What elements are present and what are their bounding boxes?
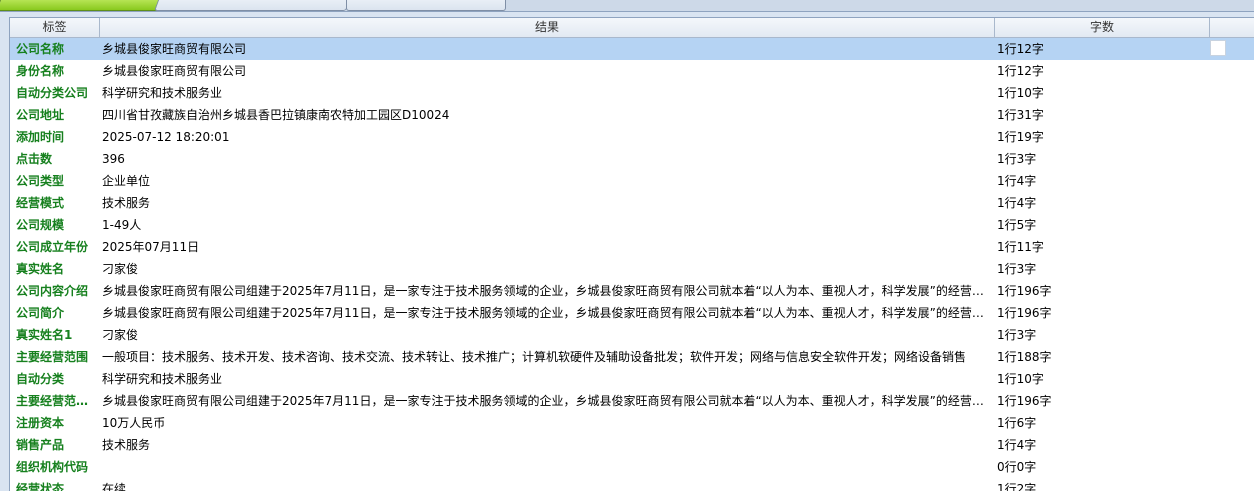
row-result[interactable]: 乡城县俊家旺商贸有限公司	[100, 38, 995, 60]
column-header-extra	[1210, 18, 1254, 37]
row-select-box[interactable]	[1210, 40, 1226, 56]
row-tag: 公司规模	[16, 218, 65, 232]
row-count: 1行11字	[997, 240, 1044, 254]
row-tag: 公司类型	[16, 174, 65, 188]
row-tag: 经营模式	[16, 196, 65, 210]
column-header-tag[interactable]: 标签	[10, 18, 100, 37]
row-tag: 公司名称	[16, 42, 65, 56]
table-row[interactable]: 经营模式 技术服务 1行4字	[10, 192, 1254, 214]
table-row[interactable]: 公司名称 乡城县俊家旺商贸有限公司 1行12字	[10, 38, 1254, 60]
row-result[interactable]: 技术服务	[100, 192, 995, 214]
table-row[interactable]: 身份名称 乡城县俊家旺商贸有限公司 1行12字	[10, 60, 1254, 82]
row-count: 1行5字	[997, 218, 1037, 232]
row-result[interactable]: 2025年07月11日	[100, 236, 995, 258]
row-count: 1行196字	[997, 394, 1052, 408]
row-tag: 真实姓名1	[16, 328, 73, 342]
row-count: 1行12字	[997, 42, 1044, 56]
tab-third[interactable]	[346, 0, 506, 11]
row-result[interactable]: 技术服务	[100, 434, 995, 456]
row-result[interactable]: 四川省甘孜藏族自治州乡城县香巴拉镇康南农特加工园区D10024	[100, 104, 995, 126]
tab-active[interactable]	[0, 0, 170, 11]
row-result[interactable]: 刁家俊	[100, 324, 995, 346]
row-count: 1行4字	[997, 174, 1037, 188]
row-count: 1行4字	[997, 438, 1037, 452]
row-result[interactable]: 刁家俊	[100, 258, 995, 280]
row-tag: 公司地址	[16, 108, 65, 122]
row-result[interactable]: 10万人民币	[100, 412, 995, 434]
row-result[interactable]: 乡城县俊家旺商贸有限公司组建于2025年7月11日，是一家专注于技术服务领域的企…	[100, 302, 995, 324]
row-tag: 主要经营范…	[16, 394, 89, 408]
row-count: 1行10字	[997, 372, 1044, 386]
row-tag: 添加时间	[16, 130, 65, 144]
row-result[interactable]: 396	[100, 148, 995, 170]
table-row[interactable]: 真实姓名1 刁家俊 1行3字	[10, 324, 1254, 346]
table-row[interactable]: 真实姓名 刁家俊 1行3字	[10, 258, 1254, 280]
table-row[interactable]: 主要经营范… 乡城县俊家旺商贸有限公司组建于2025年7月11日，是一家专注于技术…	[10, 390, 1254, 412]
row-tag: 公司成立年份	[16, 240, 89, 254]
row-tag: 身份名称	[16, 64, 65, 78]
grid-header: 标签 结果 字数	[10, 18, 1254, 38]
row-result[interactable]	[100, 456, 995, 478]
table-row[interactable]: 主要经营范围 一般项目：技术服务、技术开发、技术咨询、技术交流、技术转让、技术推广…	[10, 346, 1254, 368]
row-result[interactable]: 1-49人	[100, 214, 995, 236]
table-row[interactable]: 公司规模 1-49人 1行5字	[10, 214, 1254, 236]
table-row[interactable]: 公司地址 四川省甘孜藏族自治州乡城县香巴拉镇康南农特加工园区D10024 1行31字	[10, 104, 1254, 126]
table-row[interactable]: 自动分类 科学研究和技术服务业 1行10字	[10, 368, 1254, 390]
row-count: 1行6字	[997, 416, 1037, 430]
table-row[interactable]: 注册资本 10万人民币 1行6字	[10, 412, 1254, 434]
column-header-count[interactable]: 字数	[995, 18, 1210, 37]
row-count: 1行196字	[997, 284, 1052, 298]
row-tag: 经营状态	[16, 482, 65, 491]
row-count: 1行196字	[997, 306, 1052, 320]
table-row[interactable]: 公司简介 乡城县俊家旺商贸有限公司组建于2025年7月11日，是一家专注于技术服务…	[10, 302, 1254, 324]
row-count: 1行31字	[997, 108, 1044, 122]
row-tag: 公司内容介绍	[16, 284, 89, 298]
row-result[interactable]: 科学研究和技术服务业	[100, 368, 995, 390]
row-count: 1行2字	[997, 482, 1037, 491]
row-count: 1行3字	[997, 152, 1037, 166]
row-tag: 主要经营范围	[16, 350, 89, 364]
table-row[interactable]: 公司成立年份 2025年07月11日 1行11字	[10, 236, 1254, 258]
row-count: 1行3字	[997, 262, 1037, 276]
table-row[interactable]: 点击数 396 1行3字	[10, 148, 1254, 170]
table-row[interactable]: 公司类型 企业单位 1行4字	[10, 170, 1254, 192]
table-row[interactable]: 经营状态 在续 1行2字	[10, 478, 1254, 491]
row-tag: 点击数	[16, 152, 53, 166]
row-count: 1行19字	[997, 130, 1044, 144]
grid-rows: 公司名称 乡城县俊家旺商贸有限公司 1行12字 身份名称 乡城县俊家旺商贸有限公司 1行1…	[10, 38, 1254, 491]
tab-second[interactable]	[154, 0, 352, 11]
row-tag: 自动分类公司	[16, 86, 89, 100]
row-count: 0行0字	[997, 460, 1037, 474]
row-result[interactable]: 一般项目：技术服务、技术开发、技术咨询、技术交流、技术转让、技术推广；计算机软硬…	[100, 346, 995, 368]
row-result[interactable]: 乡城县俊家旺商贸有限公司组建于2025年7月11日，是一家专注于技术服务领域的企…	[100, 390, 995, 412]
row-count: 1行10字	[997, 86, 1044, 100]
row-count: 1行12字	[997, 64, 1044, 78]
row-result[interactable]: 科学研究和技术服务业	[100, 82, 995, 104]
row-tag: 公司简介	[16, 306, 65, 320]
table-row[interactable]: 添加时间 2025-07-12 18:20:01 1行19字	[10, 126, 1254, 148]
table-row[interactable]: 销售产品 技术服务 1行4字	[10, 434, 1254, 456]
row-count: 1行4字	[997, 196, 1037, 210]
row-tag: 自动分类	[16, 372, 65, 386]
table-row[interactable]: 公司内容介绍 乡城县俊家旺商贸有限公司组建于2025年7月11日，是一家专注于技术…	[10, 280, 1254, 302]
row-result[interactable]: 2025-07-12 18:20:01	[100, 126, 995, 148]
row-tag: 组织机构代码	[16, 460, 89, 474]
row-tag: 真实姓名	[16, 262, 65, 276]
tab-strip	[0, 0, 1254, 12]
row-count: 1行3字	[997, 328, 1037, 342]
row-result[interactable]: 乡城县俊家旺商贸有限公司组建于2025年7月11日，是一家专注于技术服务领域的企…	[100, 280, 995, 302]
result-grid: 标签 结果 字数 公司名称 乡城县俊家旺商贸有限公司 1行12字 身份名称 乡城县俊家旺…	[9, 17, 1254, 491]
row-result[interactable]: 在续	[100, 478, 995, 491]
row-tag: 注册资本	[16, 416, 65, 430]
row-count: 1行188字	[997, 350, 1052, 364]
column-header-result[interactable]: 结果	[100, 18, 995, 37]
row-result[interactable]: 乡城县俊家旺商贸有限公司	[100, 60, 995, 82]
table-row[interactable]: 组织机构代码 0行0字	[10, 456, 1254, 478]
row-tag: 销售产品	[16, 438, 65, 452]
row-result[interactable]: 企业单位	[100, 170, 995, 192]
table-row[interactable]: 自动分类公司 科学研究和技术服务业 1行10字	[10, 82, 1254, 104]
